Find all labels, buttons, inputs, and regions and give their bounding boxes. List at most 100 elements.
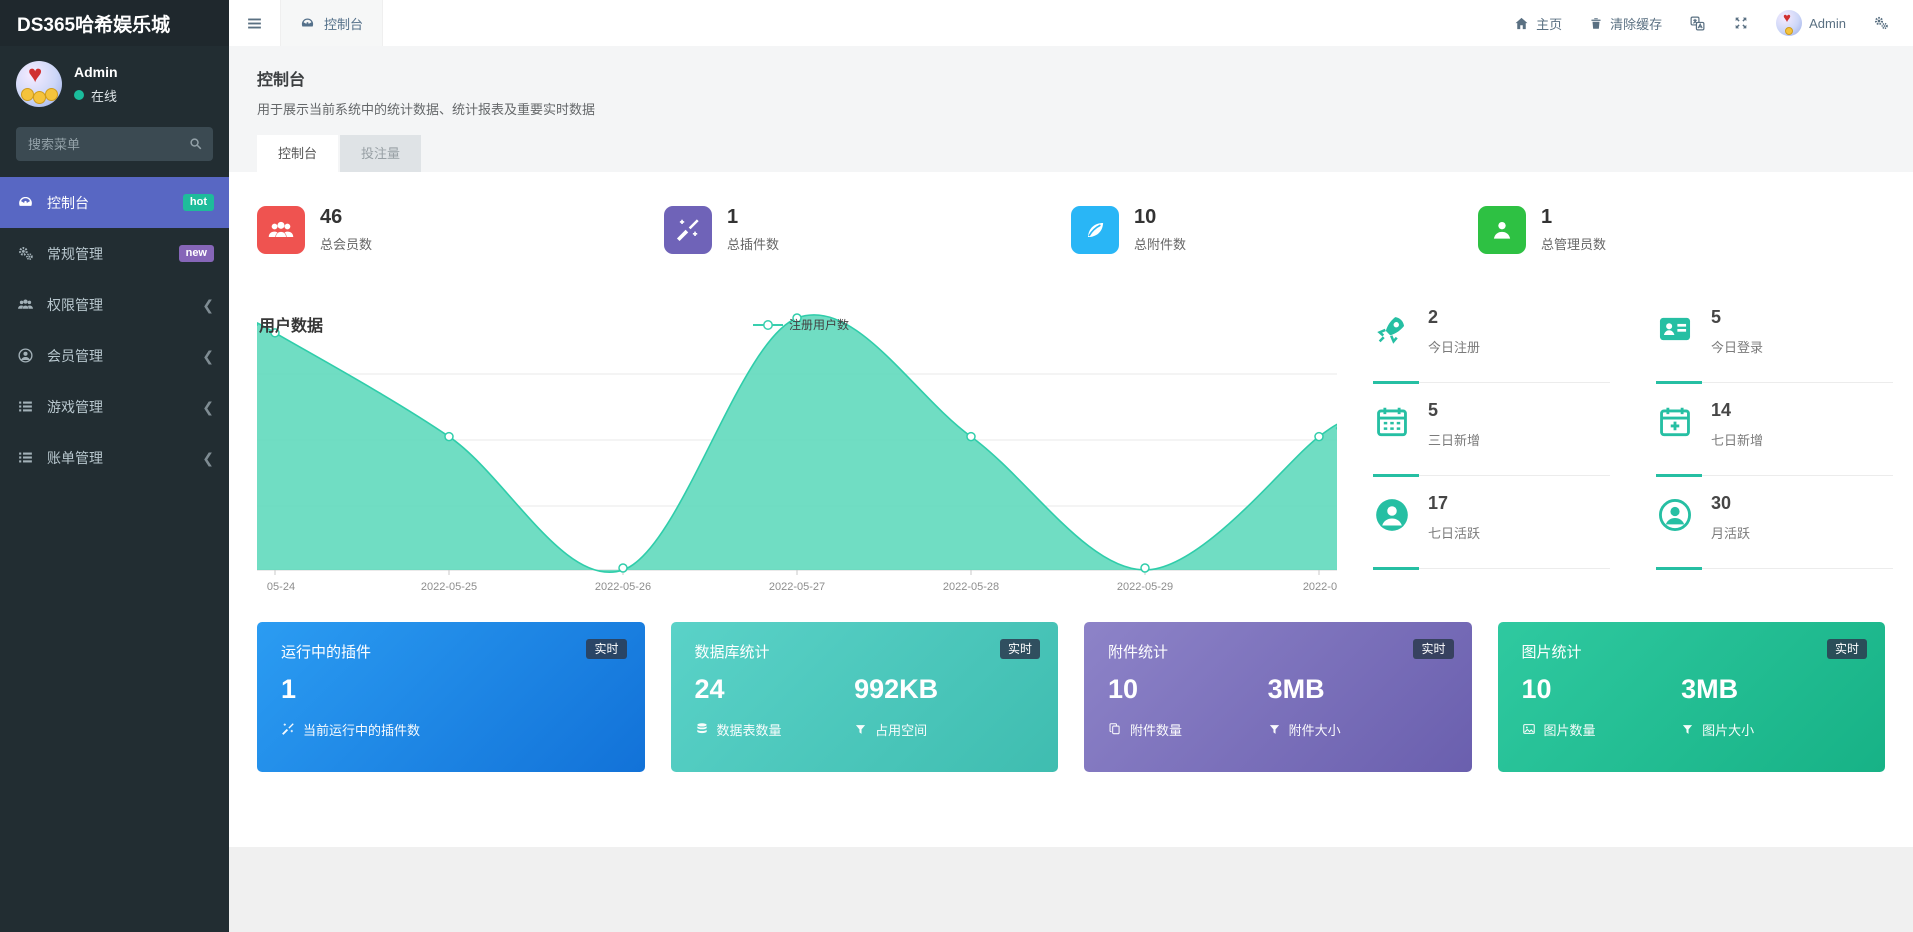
user-name: Admin	[74, 64, 118, 80]
mini-stat-label: 月活跃	[1711, 523, 1750, 542]
legend-label: 注册用户数	[789, 316, 849, 333]
x-tick-label: 2022-05-27	[769, 581, 825, 593]
dashboard-icon	[17, 194, 36, 211]
sidebar-item-label: 控制台	[47, 193, 89, 213]
card-label: 占用空间	[875, 720, 927, 739]
image-icon	[1522, 722, 1536, 736]
chevron-left-icon: ❮	[202, 298, 214, 312]
wand-icon	[281, 722, 295, 736]
wand-icon	[664, 206, 712, 254]
x-tick-label: 05-24	[267, 581, 295, 593]
user-status: 在线	[91, 86, 117, 105]
content-tabs: 控制台 投注量	[257, 135, 1885, 172]
page-title: 控制台	[257, 66, 1885, 90]
stat-value: 1	[727, 207, 779, 227]
mini-stat-value: 5	[1428, 401, 1480, 421]
sidebar-toggle-icon[interactable]	[229, 15, 280, 32]
sidebar-item-members[interactable]: 会员管理 ❮	[0, 330, 229, 381]
settings-gears-icon[interactable]	[1873, 15, 1889, 31]
mini-stat-label: 三日新增	[1428, 430, 1480, 449]
navbar-tab-dashboard[interactable]: 控制台	[280, 0, 383, 46]
rocket-icon	[1373, 308, 1411, 356]
tab-dashboard[interactable]: 控制台	[257, 135, 338, 172]
chart-title: 用户数据	[259, 312, 323, 336]
mini-stats-grid: 2 今日注册 5 今日登录	[1373, 308, 1893, 570]
realtime-badge: 实时	[1000, 639, 1040, 659]
clear-cache-button[interactable]: 清除缓存	[1589, 14, 1662, 33]
card-database-stats: 数据库统计 实时 24 数据表数量 992KB 占用空间	[671, 622, 1059, 772]
search-input[interactable]	[16, 127, 213, 161]
mini-stat-value: 5	[1711, 308, 1763, 328]
cogs-icon	[17, 245, 36, 262]
realtime-badge: 实时	[586, 639, 626, 659]
chart-legend[interactable]: 注册用户数	[753, 316, 849, 333]
progress-underline	[1373, 474, 1610, 477]
coin-icon	[1785, 27, 1793, 35]
fullscreen-icon[interactable]	[1733, 15, 1749, 31]
brand[interactable]: DS365哈希娱乐城	[0, 0, 229, 46]
sidebar-item-permissions[interactable]: 权限管理 ❮	[0, 279, 229, 330]
calendar-plus-icon	[1656, 401, 1694, 449]
card-title: 附件统计	[1108, 641, 1448, 662]
mini-stat-label: 七日活跃	[1428, 523, 1480, 542]
filter-icon	[854, 723, 867, 736]
stats-row: 46 总会员数 1 总插件数 10 总附件数	[257, 206, 1885, 254]
realtime-badge: 实时	[1827, 639, 1867, 659]
online-status-dot	[74, 90, 84, 100]
member-icon	[17, 347, 36, 364]
card-label: 附件大小	[1289, 720, 1341, 739]
chevron-left-icon: ❮	[202, 349, 214, 363]
dashboard-icon	[300, 16, 315, 31]
card-value: 1	[281, 675, 621, 705]
database-icon	[695, 722, 709, 736]
card-image-stats: 图片统计 实时 10 图片数量 3MB 图片大小	[1498, 622, 1886, 772]
user-menu[interactable]: ♥ Admin	[1776, 10, 1846, 36]
stat-total-members: 46 总会员数	[257, 206, 664, 254]
stat-label: 总会员数	[320, 234, 372, 253]
page-subtitle: 用于展示当前系统中的统计数据、统计报表及重要实时数据	[257, 99, 1885, 118]
home-icon	[1514, 16, 1529, 31]
users-icon	[17, 296, 36, 313]
progress-underline	[1656, 474, 1893, 477]
panel-body: 46 总会员数 1 总插件数 10 总附件数	[229, 172, 1913, 847]
sidebar-item-games[interactable]: 游戏管理 ❮	[0, 381, 229, 432]
summary-cards: 运行中的插件 实时 1 当前运行中的插件数 数据库统计 实时	[257, 622, 1885, 772]
stat-total-attachments: 10 总附件数	[1071, 206, 1478, 254]
trash-icon	[1589, 16, 1603, 31]
sidebar-item-label: 会员管理	[47, 346, 103, 366]
stat-total-admins: 1 总管理员数	[1478, 206, 1885, 254]
coin-icon	[21, 88, 34, 101]
copy-icon	[1108, 722, 1122, 736]
progress-underline	[1373, 567, 1610, 570]
tab-bet-volume[interactable]: 投注量	[340, 135, 421, 172]
hot-badge: hot	[183, 194, 214, 211]
users-icon	[257, 206, 305, 254]
sidebar-item-dashboard[interactable]: 控制台 hot	[0, 177, 229, 228]
sidebar-item-bills[interactable]: 账单管理 ❮	[0, 432, 229, 483]
card-suit-icon: ♥	[1783, 11, 1791, 24]
mini-stat-7day-new: 14 七日新增	[1656, 401, 1893, 477]
x-tick-label: 2022-05	[1303, 581, 1337, 593]
progress-underline	[1656, 381, 1893, 384]
mini-stat-today-login: 5 今日登录	[1656, 308, 1893, 384]
home-link[interactable]: 主页	[1514, 14, 1562, 33]
new-badge: new	[179, 245, 214, 262]
chevron-left-icon: ❮	[202, 400, 214, 414]
card-value: 24	[695, 675, 855, 705]
coin-icon	[45, 88, 58, 101]
stat-label: 总管理员数	[1541, 234, 1606, 253]
language-icon[interactable]	[1689, 15, 1706, 32]
search-icon	[188, 136, 203, 151]
sidebar-item-label: 游戏管理	[47, 397, 103, 417]
stat-value: 10	[1134, 207, 1186, 227]
leaf-icon	[1071, 206, 1119, 254]
sidebar-item-label: 权限管理	[47, 295, 103, 315]
legend-marker-icon	[753, 319, 783, 331]
card-label: 当前运行中的插件数	[303, 720, 420, 739]
mini-stat-label: 今日登录	[1711, 337, 1763, 356]
sidebar: DS365哈希娱乐城 ♥ Admin 在线 控制台 hot	[0, 0, 229, 932]
sidebar-item-general[interactable]: 常规管理 new	[0, 228, 229, 279]
x-tick-label: 2022-05-29	[1117, 581, 1173, 593]
list-icon	[17, 449, 36, 466]
user-icon	[1478, 206, 1526, 254]
